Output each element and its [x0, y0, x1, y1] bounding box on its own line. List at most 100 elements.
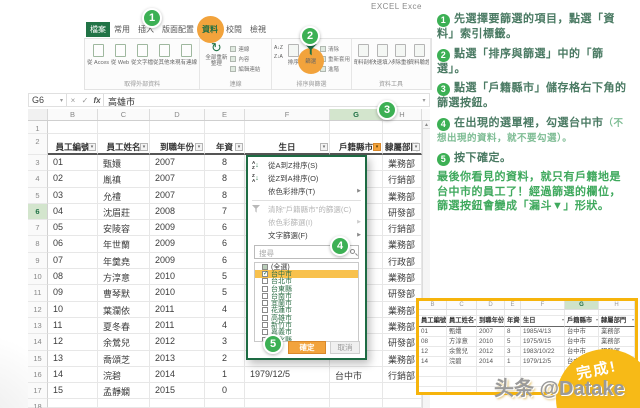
- ribbon-button[interactable]: 從 Access: [87, 41, 109, 66]
- sheet-cell[interactable]: 業務部: [383, 236, 422, 253]
- ribbon-button[interactable]: 快速填入: [373, 41, 392, 66]
- column-letter[interactable]: B: [48, 109, 98, 120]
- sheet-cell[interactable]: 2007: [150, 187, 205, 204]
- name-box-dropdown-icon[interactable]: ▾: [60, 97, 63, 104]
- sheet-cell[interactable]: 2009: [150, 252, 205, 270]
- filter-dropdown-button[interactable]: ▾: [320, 143, 328, 151]
- filter-dropdown-button[interactable]: ▾: [235, 143, 243, 151]
- ribbon-button[interactable]: 從文字檔: [131, 41, 153, 66]
- ribbon-small-button[interactable]: 內容: [230, 55, 260, 63]
- sheet-cell[interactable]: [245, 383, 330, 400]
- column-letter[interactable]: E: [205, 109, 245, 120]
- menu-item-filter-by-color[interactable]: 依色彩篩選(I) ▶: [248, 216, 365, 229]
- sheet-cell[interactable]: 05: [48, 220, 98, 237]
- sheet-cell[interactable]: 1: [205, 366, 245, 384]
- sheet-cell[interactable]: [245, 399, 330, 408]
- column-letter[interactable]: F: [245, 109, 330, 120]
- sheet-cell[interactable]: 2: [205, 350, 245, 367]
- ribbon-tab[interactable]: 常用: [110, 22, 134, 37]
- row-number[interactable]: 1: [28, 121, 48, 134]
- sort-az-button[interactable]: A↓Z: [274, 45, 283, 51]
- sheet-cell[interactable]: 行銷部: [383, 171, 422, 188]
- checkbox-icon[interactable]: [262, 285, 268, 292]
- sheet-cell[interactable]: 行政部: [383, 252, 422, 270]
- sheet-cell[interactable]: 6: [205, 220, 245, 237]
- header-cell[interactable]: 隸屬部門 ▾: [383, 134, 422, 155]
- sheet-cell[interactable]: 8: [205, 171, 245, 188]
- sheet-cell[interactable]: 03: [48, 187, 98, 204]
- menu-item-clear-filter[interactable]: 清除"戶籍縣市"的篩選(C): [248, 203, 365, 216]
- sheet-cell[interactable]: 2008: [150, 203, 205, 221]
- filter-dropdown-button[interactable]: ▾: [195, 143, 203, 151]
- sheet-cell[interactable]: 06: [48, 236, 98, 253]
- sheet-cell[interactable]: 安陵容: [98, 220, 150, 237]
- sheet-cell[interactable]: 2015: [150, 383, 205, 400]
- sort-za-button[interactable]: Z↓A: [274, 54, 283, 60]
- sheet-cell[interactable]: 年羹堯: [98, 252, 150, 270]
- cancel-icon[interactable]: ×: [67, 96, 79, 105]
- ribbon-tab[interactable]: 資料: [197, 16, 224, 43]
- sheet-cell[interactable]: [48, 399, 98, 408]
- sheet-cell[interactable]: 台中市: [330, 366, 383, 384]
- sheet-cell[interactable]: 7: [205, 203, 245, 221]
- ribbon-button[interactable]: 資料驗證: [410, 41, 429, 66]
- row-number[interactable]: 7: [28, 220, 48, 237]
- sheet-cell[interactable]: 01: [48, 155, 98, 172]
- sheet-cell[interactable]: 0: [205, 383, 245, 400]
- cancel-button[interactable]: 取消: [330, 341, 360, 354]
- menu-item-sort-za[interactable]: Z A ↓ 從Z到A排序(O): [248, 172, 365, 185]
- header-cell[interactable]: 到職年份 ▾: [150, 134, 205, 155]
- ribbon-tab[interactable]: 檔案: [86, 21, 110, 37]
- menu-item-sort-by-color[interactable]: 依色彩排序(T) ▶: [248, 185, 365, 198]
- sheet-cell[interactable]: 胤禛: [98, 171, 150, 188]
- sheet-cell[interactable]: 6: [205, 252, 245, 270]
- sheet-cell[interactable]: 夏冬春: [98, 317, 150, 335]
- ribbon-tab[interactable]: 版面配置: [158, 22, 198, 37]
- sheet-cell[interactable]: 浣碧: [98, 366, 150, 384]
- row-number[interactable]: 5: [28, 187, 48, 204]
- ribbon-small-button[interactable]: 清除: [319, 45, 350, 53]
- row-number[interactable]: 4: [28, 171, 48, 188]
- sheet-cell[interactable]: 2012: [150, 334, 205, 351]
- refresh-all-button[interactable]: ↻ 全部重新整理: [202, 41, 230, 73]
- ribbon-small-button[interactable]: 重新套用: [319, 55, 350, 63]
- sheet-cell[interactable]: 喬頌芝: [98, 350, 150, 367]
- filter-dropdown-button-active[interactable]: ▾: [373, 143, 381, 151]
- header-cell[interactable]: 年資 ▾: [205, 134, 245, 155]
- formula-bar-expand-icon[interactable]: ▾: [419, 97, 429, 104]
- row-number[interactable]: 12: [28, 301, 48, 318]
- sheet-cell[interactable]: [330, 399, 383, 408]
- sheet-cell[interactable]: 2007: [150, 171, 205, 188]
- sheet-cell[interactable]: 2011: [150, 317, 205, 335]
- column-letter[interactable]: G: [330, 109, 383, 120]
- sheet-cell[interactable]: [330, 383, 383, 400]
- sheet-cell[interactable]: [205, 121, 245, 134]
- sheet-cell[interactable]: 沈眉莊: [98, 203, 150, 221]
- row-number[interactable]: 16: [28, 366, 48, 384]
- filter-dropdown-button[interactable]: ▾: [140, 143, 148, 151]
- checkbox-icon[interactable]: [262, 263, 268, 270]
- row-number[interactable]: 6: [28, 203, 48, 221]
- header-cell[interactable]: 員工編號 ▾: [48, 134, 98, 155]
- sheet-cell[interactable]: 11: [48, 317, 98, 335]
- scroll-up-icon[interactable]: ▲: [423, 121, 430, 129]
- sheet-cell[interactable]: 曹琴默: [98, 285, 150, 302]
- sheet-cell[interactable]: 02: [48, 171, 98, 188]
- sheet-cell[interactable]: [48, 121, 98, 134]
- header-cell-hukou[interactable]: 戶籍縣市 ▾: [330, 134, 383, 155]
- row-number[interactable]: 10: [28, 269, 48, 286]
- ribbon-button[interactable]: 現有連線: [175, 41, 197, 66]
- sheet-cell[interactable]: 13: [48, 350, 98, 367]
- ribbon-small-button[interactable]: 進階: [319, 65, 350, 73]
- header-cell[interactable]: 生日 ▾: [245, 134, 330, 155]
- menu-item-sort-az[interactable]: A Z ↓ 從A到Z排序(S): [248, 159, 365, 172]
- sheet-cell[interactable]: 15: [48, 383, 98, 400]
- select-all-corner[interactable]: [28, 109, 48, 120]
- sheet-cell[interactable]: [383, 121, 422, 134]
- sheet-cell[interactable]: 6: [205, 236, 245, 253]
- checkbox-icon[interactable]: [262, 300, 268, 307]
- row-number[interactable]: 17: [28, 383, 48, 400]
- sheet-cell[interactable]: 方淳意: [98, 269, 150, 286]
- sheet-cell[interactable]: 業務部: [383, 269, 422, 286]
- sheet-cell[interactable]: [205, 399, 245, 408]
